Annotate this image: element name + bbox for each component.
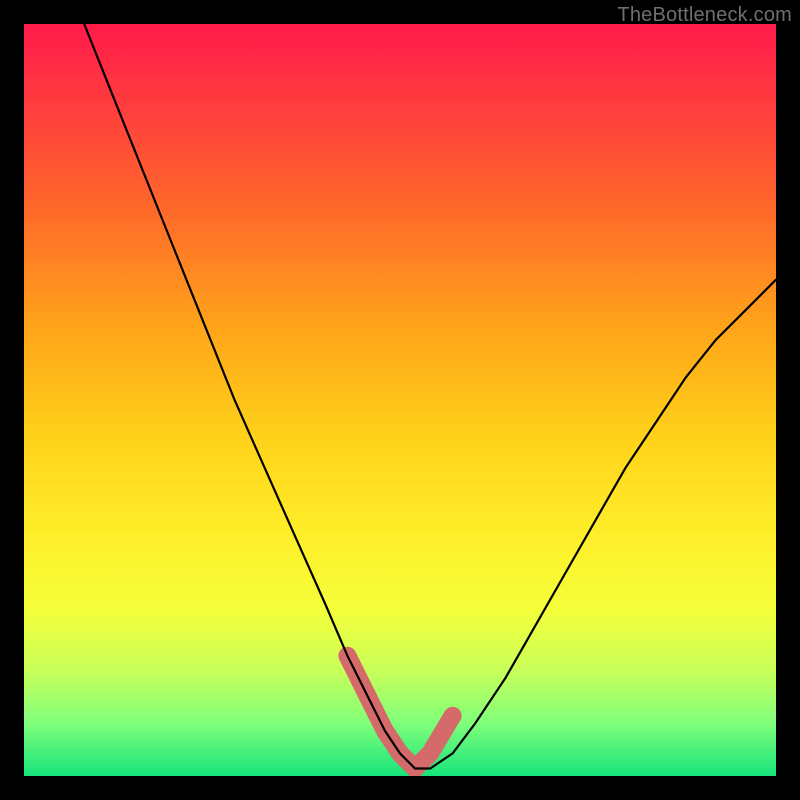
bottleneck-curve (24, 24, 776, 776)
chart-frame: TheBottleneck.com (0, 0, 800, 800)
plot-area (24, 24, 776, 776)
curve-line (84, 24, 776, 769)
watermark-text: TheBottleneck.com (617, 4, 792, 27)
